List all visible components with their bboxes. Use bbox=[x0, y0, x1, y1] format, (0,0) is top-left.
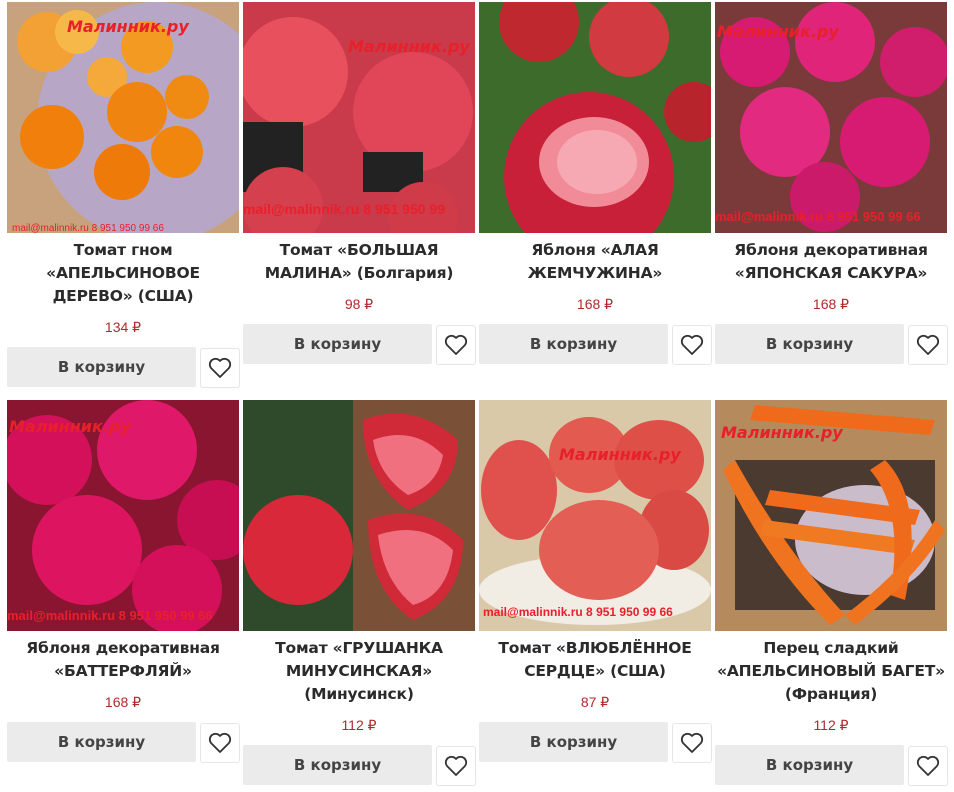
product-title[interactable]: Яблоня «АЛАЯ ЖЕМЧУЖИНА» bbox=[479, 239, 711, 285]
heart-icon bbox=[208, 357, 232, 378]
product-image[interactable] bbox=[243, 400, 475, 631]
product-image[interactable]: Малинник.ру bbox=[715, 400, 947, 631]
favorite-button[interactable] bbox=[436, 325, 476, 365]
magenta-blossom-photo: Малинник.ру mail@malinnik.ru 8 951 950 9… bbox=[7, 400, 239, 631]
product-image[interactable]: Малинник.ру mail@malinnik.ru 8 951 950 9… bbox=[715, 2, 947, 233]
svg-text:mail@malinnik.ru 8 951 950 99: mail@malinnik.ru 8 951 950 99 66 bbox=[12, 223, 164, 233]
product-image[interactable]: Малинник.ру mail@malinnik.ru 8 951 950 9… bbox=[7, 400, 239, 631]
svg-text:Малинник.ру: Малинник.ру bbox=[559, 445, 681, 464]
product-price: 98 ₽ bbox=[344, 296, 374, 312]
product-title[interactable]: Перец сладкий «АПЕЛЬСИНОВЫЙ БАГЕТ» (Фран… bbox=[715, 637, 947, 706]
pink-tomatoes-photo: Малинник.ру mail@malinnik.ru 8 951 950 9… bbox=[243, 2, 475, 233]
add-to-cart-button[interactable]: В корзину bbox=[479, 324, 668, 364]
product-price: 134 ₽ bbox=[104, 319, 142, 335]
pink-blossom-photo: Малинник.ру mail@malinnik.ru 8 951 950 9… bbox=[715, 2, 947, 233]
favorite-button[interactable] bbox=[200, 723, 240, 763]
heart-icon bbox=[916, 334, 940, 355]
heart-icon bbox=[208, 732, 232, 753]
svg-text:mail@malinnik.ru 8 951 950 99: mail@malinnik.ru 8 951 950 99 66 bbox=[7, 608, 213, 623]
product-price: 112 ₽ bbox=[341, 717, 377, 733]
red-apple-photo bbox=[479, 2, 711, 233]
svg-text:Малинник.ру: Малинник.ру bbox=[348, 37, 470, 56]
add-to-cart-button[interactable]: В корзину bbox=[243, 745, 432, 785]
svg-text:mail@malinnik.ru 8 951 950 99: mail@malinnik.ru 8 951 950 99 66 bbox=[715, 209, 921, 224]
add-to-cart-button[interactable]: В корзину bbox=[715, 745, 904, 785]
product-price: 112 ₽ bbox=[813, 717, 849, 733]
heart-icon bbox=[444, 334, 468, 355]
orange-peppers-photo: Малинник.ру bbox=[715, 400, 947, 631]
product-price: 87 ₽ bbox=[580, 694, 610, 710]
red-tomatoes-photo bbox=[243, 400, 475, 631]
svg-text:Малинник.ру: Малинник.ру bbox=[717, 22, 839, 41]
favorite-button[interactable] bbox=[200, 348, 240, 388]
add-to-cart-button[interactable]: В корзину bbox=[479, 722, 668, 762]
add-to-cart-button[interactable]: В корзину bbox=[7, 722, 196, 762]
favorite-button[interactable] bbox=[672, 325, 712, 365]
svg-text:mail@malinnik.ru 8 951 950 99: mail@malinnik.ru 8 951 950 99 66 bbox=[483, 605, 673, 619]
svg-text:Малинник.ру: Малинник.ру bbox=[9, 417, 131, 436]
heart-icon bbox=[916, 755, 940, 776]
svg-text:Малинник.ру: Малинник.ру bbox=[721, 423, 843, 442]
heart-icon bbox=[680, 732, 704, 753]
favorite-button[interactable] bbox=[908, 325, 948, 365]
product-title[interactable]: Томат «ВЛЮБЛЁННОЕ СЕРДЦЕ» (США) bbox=[479, 637, 711, 683]
svg-text:Малинник.ру: Малинник.ру bbox=[67, 17, 189, 36]
product-title[interactable]: Яблоня декоративная «БАТТЕРФЛЯЙ» bbox=[7, 637, 239, 683]
product-title[interactable]: Томат «ГРУШАНКА МИНУСИНСКАЯ» (Минусинск) bbox=[243, 637, 475, 706]
product-image[interactable]: Малинник.ру mail@malinnik.ru 8 951 950 9… bbox=[243, 2, 475, 233]
product-image[interactable]: Малинник.ру mail@malinnik.ru 8 951 950 9… bbox=[479, 400, 711, 631]
product-image[interactable] bbox=[479, 2, 711, 233]
product-price: 168 ₽ bbox=[576, 296, 614, 312]
product-title[interactable]: Томат «БОЛЬШАЯ МАЛИНА» (Болгария) bbox=[243, 239, 475, 285]
add-to-cart-button[interactable]: В корзину bbox=[243, 324, 432, 364]
svg-text:mail@malinnik.ru 8 951 950 99: mail@malinnik.ru 8 951 950 99 bbox=[243, 201, 445, 217]
favorite-button[interactable] bbox=[436, 746, 476, 786]
heart-icon bbox=[680, 334, 704, 355]
product-title[interactable]: Томат гном «АПЕЛЬСИНОВОЕ ДЕРЕВО» (США) bbox=[7, 239, 239, 308]
favorite-button[interactable] bbox=[908, 746, 948, 786]
heart-icon bbox=[444, 755, 468, 776]
add-to-cart-button[interactable]: В корзину bbox=[715, 324, 904, 364]
product-price: 168 ₽ bbox=[104, 694, 142, 710]
product-title[interactable]: Яблоня декоративная «ЯПОНСКАЯ САКУРА» bbox=[715, 239, 947, 285]
heart-tomatoes-photo: Малинник.ру mail@malinnik.ru 8 951 950 9… bbox=[479, 400, 711, 631]
orange-tomatoes-photo: Малинник.ру mail@malinnik.ru 8 951 950 9… bbox=[7, 2, 239, 233]
product-image[interactable]: Малинник.ру mail@malinnik.ru 8 951 950 9… bbox=[7, 2, 239, 233]
favorite-button[interactable] bbox=[672, 723, 712, 763]
add-to-cart-button[interactable]: В корзину bbox=[7, 347, 196, 387]
product-price: 168 ₽ bbox=[812, 296, 850, 312]
